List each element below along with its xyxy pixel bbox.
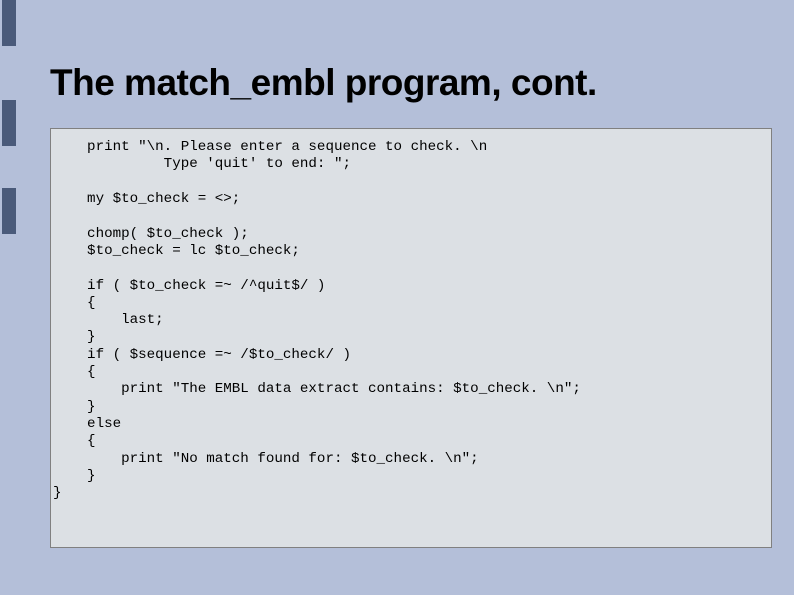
code-line: } xyxy=(53,329,96,345)
code-line: { xyxy=(53,364,96,380)
slide-content: The match_embl program, cont. print "\n.… xyxy=(50,62,772,548)
rail-segment xyxy=(2,188,16,234)
code-line: print "The EMBL data extract contains: $… xyxy=(53,381,581,397)
rail-segment xyxy=(2,0,16,46)
code-line: { xyxy=(53,295,96,311)
code-line: $to_check = lc $to_check; xyxy=(53,243,300,259)
code-line: } xyxy=(53,485,62,501)
code-line: } xyxy=(53,399,96,415)
code-line: print "No match found for: $to_check. \n… xyxy=(53,451,479,467)
code-line: print "\n. Please enter a sequence to ch… xyxy=(53,139,487,155)
code-line: chomp( $to_check ); xyxy=(53,226,249,242)
rail-segment xyxy=(2,100,16,146)
code-line: } xyxy=(53,468,96,484)
code-line: last; xyxy=(53,312,164,328)
code-line: my $to_check = <>; xyxy=(53,191,240,207)
code-block: print "\n. Please enter a sequence to ch… xyxy=(50,128,772,548)
slide-title: The match_embl program, cont. xyxy=(50,62,772,104)
code-line: if ( $to_check =~ /^quit$/ ) xyxy=(53,278,325,294)
code-line: else xyxy=(53,416,121,432)
code-line: if ( $sequence =~ /$to_check/ ) xyxy=(53,347,351,363)
code-line: Type 'quit' to end: "; xyxy=(53,156,351,172)
code-line: { xyxy=(53,433,96,449)
slide-left-rail xyxy=(2,0,16,595)
